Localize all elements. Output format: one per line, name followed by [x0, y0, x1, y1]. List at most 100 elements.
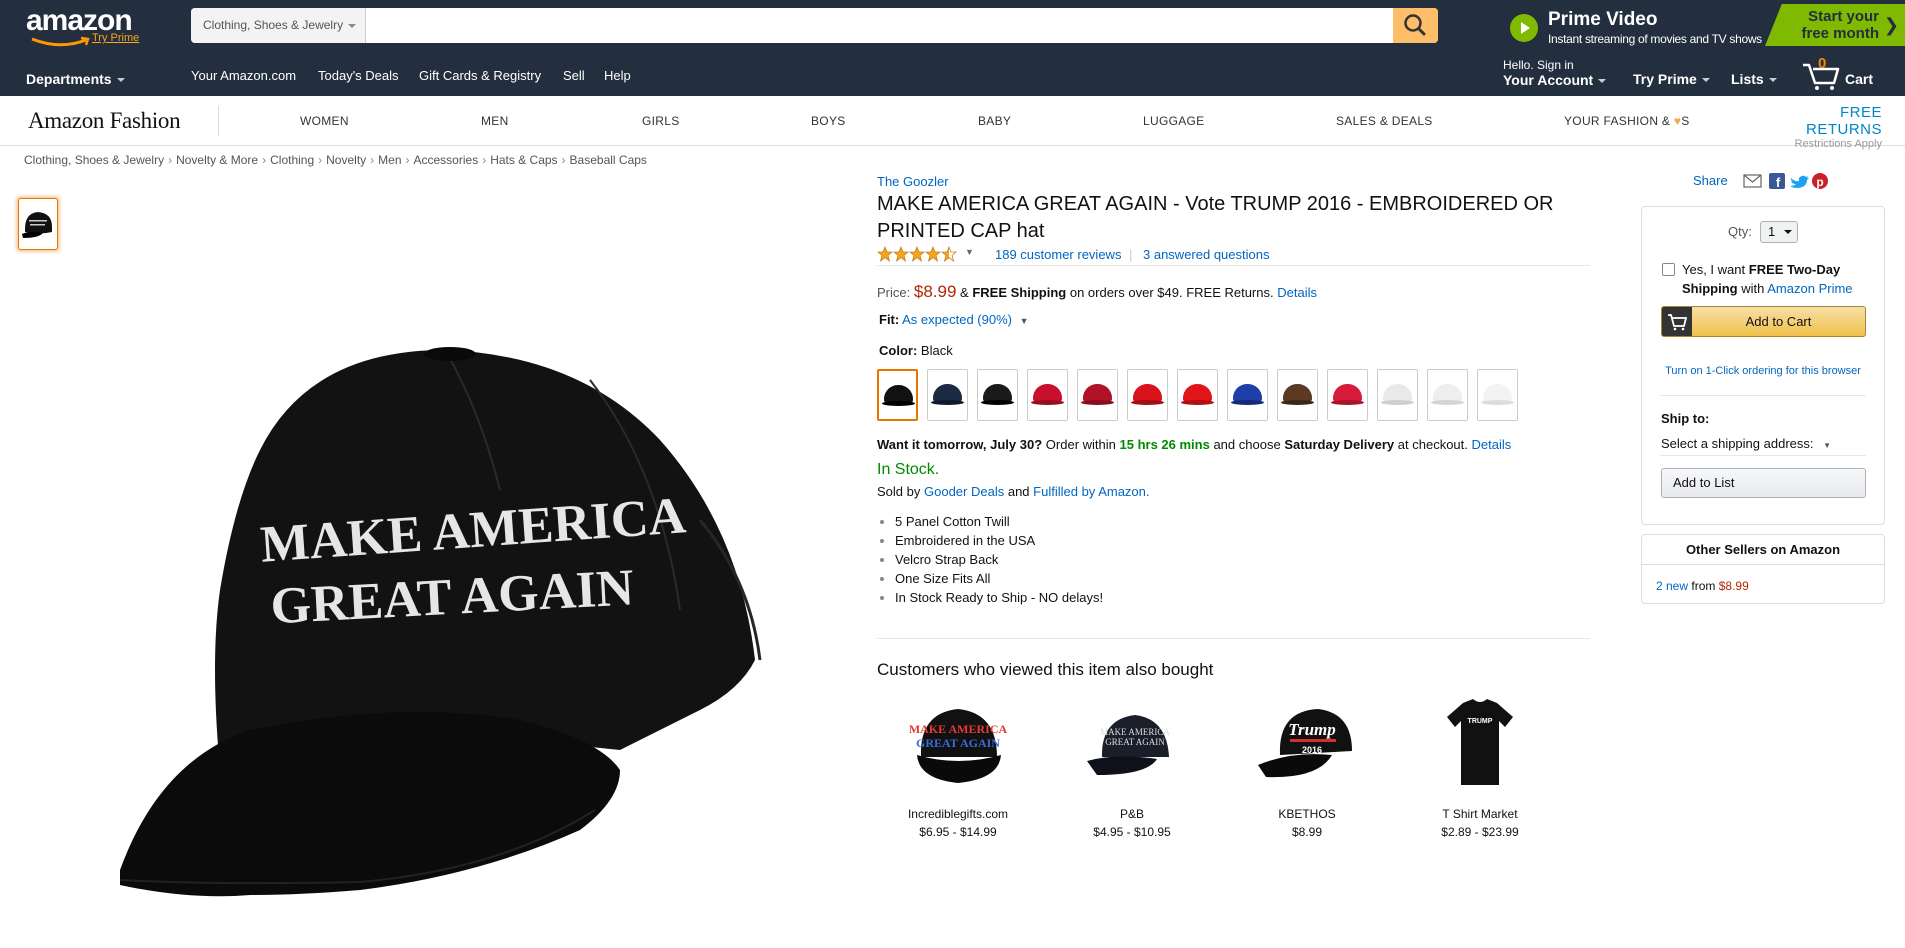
brand-link[interactable]: The Goozler: [877, 174, 949, 189]
breadcrumb-item[interactable]: Baseball Caps: [570, 153, 647, 167]
free-returns-badge[interactable]: FREE RETURNS Restrictions Apply: [1770, 104, 1882, 150]
also-bought-image[interactable]: TRUMP: [1425, 695, 1535, 795]
also-bought-item[interactable]: MAKE AMERICA GREAT AGAIN P&B $4.95 - $10…: [1047, 695, 1217, 839]
prime-text-c: with: [1741, 281, 1765, 296]
swatch-brim-image: [1481, 400, 1514, 405]
also-bought-item[interactable]: Trump 2016 KBETHOS $8.99: [1222, 695, 1392, 839]
add-to-cart-button[interactable]: Add to Cart: [1661, 306, 1866, 337]
breadcrumb-item[interactable]: Novelty: [326, 153, 366, 167]
customer-reviews-link[interactable]: 189 customer reviews: [995, 247, 1121, 262]
seller-link[interactable]: Gooder Deals: [924, 484, 1004, 499]
breadcrumb-item[interactable]: Hats & Caps: [490, 153, 557, 167]
star-rating[interactable]: ▼: [876, 245, 974, 263]
also-bought-image[interactable]: MAKE AMERICA GREAT AGAIN: [903, 695, 1013, 795]
amazon-logo[interactable]: amazon Try Prime: [26, 6, 146, 47]
sold-by-label: Sold by: [877, 484, 921, 499]
fashion-nav-girls[interactable]: GIRLS: [642, 114, 680, 128]
other-sellers-new-link[interactable]: 2 new: [1656, 579, 1688, 593]
fashion-nav-your-fashion[interactable]: YOUR FASHION & ♥S: [1564, 114, 1690, 128]
nav-link-help[interactable]: Help: [604, 68, 631, 83]
nav-link-your-amazon[interactable]: Your Amazon.com: [191, 68, 296, 83]
start-trial-banner[interactable]: Start your free month ❯: [1765, 4, 1905, 46]
search-input[interactable]: [367, 8, 1384, 43]
color-swatch[interactable]: [1027, 369, 1068, 421]
color-swatch[interactable]: [1227, 369, 1268, 421]
prime-video-promo[interactable]: Prime Video Instant streaming of movies …: [1510, 9, 1770, 46]
free-returns-label: FREE RETURNS: [1805, 104, 1882, 138]
color-swatch[interactable]: [1077, 369, 1118, 421]
color-label: Color:: [879, 343, 918, 358]
also-bought-name[interactable]: KBETHOS: [1222, 807, 1392, 821]
color-swatch[interactable]: [1427, 369, 1468, 421]
color-swatch[interactable]: [1127, 369, 1168, 421]
search-scope-dropdown[interactable]: Clothing, Shoes & Jewelry: [191, 8, 366, 43]
also-bought-name[interactable]: Incrediblegifts.com: [873, 807, 1043, 821]
fashion-nav-luggage[interactable]: LUGGAGE: [1143, 114, 1204, 128]
caret-down-icon[interactable]: ▼: [1020, 316, 1029, 326]
cap-print-line1: MAKE AMERICA: [1100, 727, 1170, 737]
cap-image: MAKE AMERICA GREAT AGAIN: [119, 347, 762, 897]
departments-menu[interactable]: Departments: [26, 71, 125, 87]
color-swatch[interactable]: [927, 369, 968, 421]
svg-text:p: p: [1816, 175, 1823, 189]
color-swatch[interactable]: [877, 369, 918, 421]
prime-shipping-checkbox[interactable]: [1662, 263, 1675, 276]
try-prime-menu[interactable]: Try Prime: [1633, 71, 1710, 87]
feature-bullet: In Stock Ready to Ship - NO delays!: [878, 588, 1103, 607]
also-bought-name[interactable]: P&B: [1047, 807, 1217, 821]
quantity-select[interactable]: 1: [1760, 221, 1798, 243]
try-prime-label: Try Prime: [1633, 71, 1697, 87]
add-to-list-button[interactable]: Add to List: [1661, 468, 1866, 498]
fulfilled-by-amazon-link[interactable]: Fulfilled by Amazon.: [1033, 484, 1149, 499]
also-bought-name[interactable]: T Shirt Market: [1395, 807, 1565, 821]
nav-link-sell[interactable]: Sell: [563, 68, 585, 83]
share-link[interactable]: Share: [1693, 173, 1728, 188]
color-swatch[interactable]: [977, 369, 1018, 421]
cap-image: MAKE AMERICA GREAT AGAIN: [1087, 715, 1170, 775]
amazon-fashion-logo[interactable]: Amazon Fashion: [28, 108, 181, 134]
fashion-nav-boys[interactable]: BOYS: [811, 114, 846, 128]
also-bought-item[interactable]: MAKE AMERICA GREAT AGAIN Incrediblegifts…: [873, 695, 1043, 839]
account-menu[interactable]: Hello. Sign in Your Account: [1503, 58, 1607, 88]
breadcrumb-item[interactable]: Accessories: [414, 153, 479, 167]
caret-down-icon[interactable]: ▼: [965, 247, 974, 257]
fashion-nav-women[interactable]: WOMEN: [300, 114, 349, 128]
departments-label: Departments: [26, 71, 112, 87]
also-bought-image[interactable]: Trump 2016: [1252, 695, 1362, 795]
shipping-details-link[interactable]: Details: [1277, 285, 1317, 300]
fashion-nav-baby[interactable]: BABY: [978, 114, 1011, 128]
nav-link-gift-cards[interactable]: Gift Cards & Registry: [419, 68, 541, 83]
color-swatch[interactable]: [1327, 369, 1368, 421]
also-bought-item[interactable]: TRUMP T Shirt Market $2.89 - $23.99: [1395, 695, 1565, 839]
separator: |: [1129, 247, 1133, 262]
one-click-link[interactable]: Turn on 1-Click ordering for this browse…: [1642, 365, 1884, 377]
nav-link-todays-deals[interactable]: Today's Deals: [318, 68, 399, 83]
shipping-address-select[interactable]: Select a shipping address: ▼: [1661, 436, 1831, 451]
delivery-details-link[interactable]: Details: [1472, 437, 1512, 452]
swatch-brim-image: [1381, 400, 1414, 405]
also-bought-price: $8.99: [1291, 825, 1323, 839]
prime-shipping-text: Yes, I want FREE Two-Day Shipping with A…: [1682, 260, 1872, 298]
facebook-icon: f: [1769, 173, 1785, 190]
product-thumbnail[interactable]: [18, 198, 58, 250]
fashion-nav-men[interactable]: MEN: [481, 114, 509, 128]
breadcrumb-item[interactable]: Men: [378, 153, 401, 167]
color-swatch[interactable]: [1377, 369, 1418, 421]
product-main-image[interactable]: MAKE AMERICA GREAT AGAIN: [100, 330, 800, 910]
color-swatch[interactable]: [1177, 369, 1218, 421]
search-button[interactable]: [1393, 8, 1438, 43]
color-swatch[interactable]: [1477, 369, 1518, 421]
lists-menu[interactable]: Lists: [1731, 71, 1777, 87]
breadcrumb-item[interactable]: Novelty & More: [176, 153, 258, 167]
try-prime-link[interactable]: Try Prime: [92, 32, 139, 44]
color-swatch[interactable]: [1277, 369, 1318, 421]
also-bought-image[interactable]: MAKE AMERICA GREAT AGAIN: [1077, 695, 1187, 795]
fit-value-link[interactable]: As expected (90%): [902, 312, 1012, 327]
answered-questions-link[interactable]: 3 answered questions: [1143, 247, 1269, 262]
cart-button[interactable]: 0 Cart: [1801, 55, 1891, 90]
fashion-nav-sales-deals[interactable]: SALES & DEALS: [1336, 114, 1433, 128]
breadcrumb-item[interactable]: Clothing, Shoes & Jewelry: [24, 153, 164, 167]
amazon-prime-link[interactable]: Amazon Prime: [1767, 281, 1852, 296]
caret-down-icon: [116, 78, 125, 83]
breadcrumb-item[interactable]: Clothing: [270, 153, 314, 167]
